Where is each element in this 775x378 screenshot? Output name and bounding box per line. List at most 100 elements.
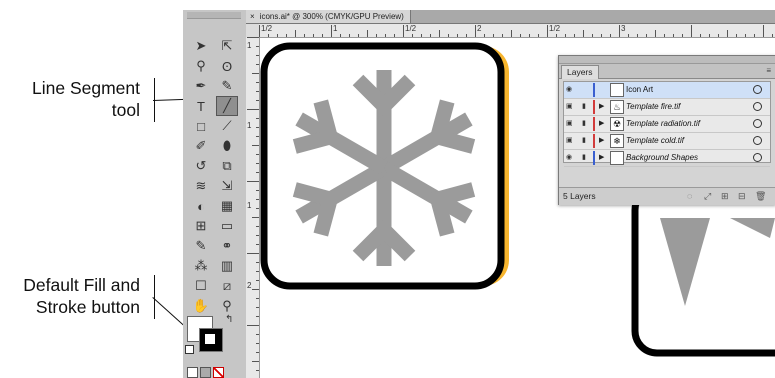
target-icon[interactable] [753,153,762,162]
zoom-tool-icon[interactable]: ⚲ [216,296,238,316]
locate-object-icon[interactable]: ◌ [687,191,692,201]
new-sublayer-icon[interactable]: ⊞ [721,191,729,202]
artboard-tool-icon[interactable]: ☐ [190,276,212,296]
selection-tool-icon[interactable]: ➤ [190,36,212,56]
ruler-tick [754,34,755,37]
expand-arrow-icon[interactable]: ▶ [599,153,604,161]
hand-tool-icon[interactable]: ✋ [190,296,212,316]
ruler-tick [637,34,638,37]
pen-tool-icon[interactable]: ✒ [190,76,212,96]
column-graph-tool-icon[interactable]: ▥ [216,256,238,276]
layer-row[interactable]: ◉ Icon Art [564,82,770,99]
direct-selection-tool-icon[interactable]: ⇱ [216,36,238,56]
symbol-sprayer-tool-icon[interactable]: ⁂ [190,256,212,276]
ruler-tick [349,34,350,37]
magic-wand-tool-icon[interactable]: ⚲ [190,56,212,76]
lock-icon[interactable]: ▮ [582,120,589,128]
panel-title-bar[interactable] [559,56,775,64]
layer-name[interactable]: Background Shapes [626,153,698,162]
expand-arrow-icon[interactable]: ▶ [599,119,604,127]
mesh-tool-icon[interactable]: ⊞ [190,216,212,236]
lasso-tool-icon[interactable]: ʘ [216,56,238,76]
ruler-tick [709,34,710,37]
lock-icon[interactable] [582,86,589,94]
second-icon-frame [631,184,775,357]
layer-name[interactable]: Template radiation.tif [626,119,700,128]
stroke-swatch[interactable] [199,328,223,352]
ruler-tick [475,25,476,37]
target-icon[interactable] [753,85,762,94]
lock-icon[interactable]: ▮ [582,154,589,162]
slice-tool-icon[interactable]: ⧄ [216,276,238,296]
ruler-tick [247,325,259,326]
layer-thumbnail [610,151,624,165]
callout-line-1: Line Segment [32,78,140,98]
visibility-icon[interactable]: ▣ [566,137,575,144]
target-icon[interactable] [753,102,762,111]
close-tab-icon[interactable]: × [250,12,255,21]
horizontal-ruler[interactable]: 1/2 1 1/2 2 1/2 3 [259,24,775,38]
vertical-ruler[interactable]: 1 1 1 2 [246,37,260,378]
ruler-label: 3 [621,24,626,33]
rotate-tool-icon[interactable]: ↺ [190,156,212,176]
ruler-tick [430,34,431,37]
layer-row[interactable]: ◉ ▮ ▶ Background Shapes [564,150,770,167]
color-mode-icon[interactable] [187,367,198,378]
swap-fill-stroke-icon[interactable]: ↰ [225,314,233,325]
visibility-icon[interactable]: ◉ [566,154,575,161]
new-layer-icon[interactable]: ⊟ [738,191,746,202]
pencil-tool-icon[interactable]: ✐ [190,136,212,156]
ruler-tick [421,34,422,37]
panel-grip[interactable] [187,12,241,19]
ruler-tick [256,316,259,317]
none-mode-icon[interactable] [213,367,224,378]
layer-name[interactable]: Icon Art [626,85,653,94]
delete-layer-icon[interactable]: 🗑 [755,191,766,202]
tab-layers[interactable]: Layers [561,65,599,79]
blend-tool-icon[interactable]: ⚭ [216,236,238,256]
target-icon[interactable] [753,119,762,128]
make-clipping-mask-icon[interactable]: ⤢ [704,191,711,202]
lock-icon[interactable]: ▮ [582,103,589,111]
layer-name[interactable]: Template cold.tif [626,136,684,145]
visibility-icon[interactable]: ▣ [566,103,575,110]
blob-brush-tool-icon[interactable]: ⬮ [216,136,238,156]
ruler-origin[interactable] [246,24,260,38]
ruler-tick [466,34,467,37]
eyedropper-tool-icon[interactable]: ✎ [190,236,212,256]
shape-builder-tool-icon[interactable]: ◐ [190,196,212,216]
layer-name[interactable]: Template fire.tif [626,102,680,111]
rectangle-tool-icon[interactable]: □ [190,116,212,136]
visibility-icon[interactable]: ▣ [566,120,575,127]
ruler-tick [256,226,259,227]
expand-arrow-icon[interactable]: ▶ [599,102,604,110]
layer-row[interactable]: ▣ ▮ ▶ ☢ Template radiation.tif [564,116,770,133]
ruler-label: 1/2 [549,24,561,33]
layer-row[interactable]: ▣ ▮ ▶ ♨ Template fire.tif [564,99,770,116]
ruler-tick [502,34,503,37]
gradient-tool-icon[interactable]: ▭ [216,216,238,236]
expand-arrow-icon[interactable]: ▶ [599,136,604,144]
perspective-grid-tool-icon[interactable]: ▦ [216,196,238,216]
default-fill-stroke-button[interactable] [185,345,194,354]
gradient-mode-icon[interactable] [200,367,211,378]
ruler-label: 2 [247,281,252,290]
panel-menu-icon[interactable]: ≡ [766,66,771,75]
warp-tool-icon[interactable]: ≋ [190,176,212,196]
paintbrush-tool-icon[interactable]: ⟋ [216,116,238,136]
ruler-tick [256,100,259,101]
free-transform-tool-icon[interactable]: ⇲ [216,176,238,196]
ruler-tick [286,34,287,37]
lock-icon[interactable]: ▮ [582,137,589,145]
target-icon[interactable] [753,136,762,145]
ruler-tick [439,30,440,37]
ruler-tick [529,34,530,37]
visibility-icon[interactable]: ◉ [566,86,575,93]
scale-tool-icon[interactable]: ⧉ [216,156,238,176]
document-tab[interactable]: × icons.ai* @ 300% (CMYK/GPU Preview) [246,10,411,23]
ruler-tick [256,271,259,272]
curvature-tool-icon[interactable]: ✎ [216,76,238,96]
layer-row[interactable]: ▣ ▮ ▶ ❄ Template cold.tif [564,133,770,150]
line-segment-tool-icon[interactable]: ╱ [216,96,238,116]
type-tool-icon[interactable]: T [190,96,212,116]
